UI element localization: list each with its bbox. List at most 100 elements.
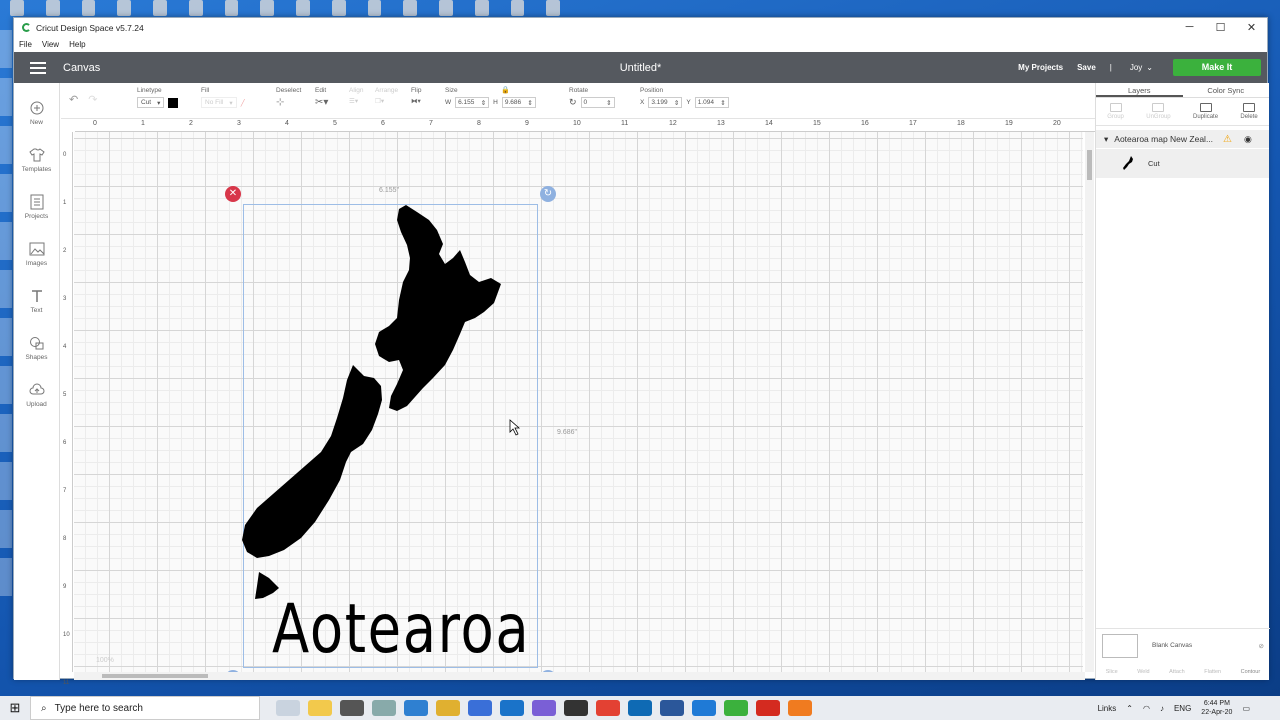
save-app-icon[interactable] xyxy=(468,700,492,716)
delete-handle-icon[interactable]: ✕ xyxy=(225,186,241,202)
horizontal-scrollbar[interactable] xyxy=(74,672,1085,680)
fill-select[interactable]: No Fill ▾ xyxy=(201,97,237,108)
duplicate-button[interactable]: Duplicate xyxy=(1193,103,1218,120)
word-icon[interactable] xyxy=(660,700,684,716)
weld-button[interactable]: Weld xyxy=(1137,669,1149,675)
trash-icon xyxy=(1243,103,1256,112)
make-it-button[interactable]: Make It xyxy=(1173,59,1261,76)
sidebar-item-text[interactable]: Text xyxy=(14,277,59,324)
volume-icon[interactable]: ♪ xyxy=(1160,704,1164,713)
save-button[interactable]: Save xyxy=(1077,63,1096,72)
redo-icon[interactable]: ↷ xyxy=(88,93,97,106)
layer-group-row[interactable]: ▾ Aotearoa map New Zeal... ⚠ ◉ xyxy=(1096,130,1269,148)
linetype-value: Cut xyxy=(141,99,152,106)
scissors-icon[interactable]: ✂▾ xyxy=(315,97,328,108)
blank-canvas-row[interactable]: Blank Canvas ⊘ xyxy=(1096,628,1270,662)
fill-value: No Fill xyxy=(205,99,224,106)
deselect-icon[interactable]: ⊹ xyxy=(276,97,284,108)
maximize-button[interactable]: ☐ xyxy=(1205,21,1236,34)
delete-button[interactable]: Delete xyxy=(1240,103,1258,120)
task-view-icon[interactable] xyxy=(276,700,300,716)
chrome-canary-icon[interactable] xyxy=(436,700,460,716)
vertical-scrollbar[interactable] xyxy=(1085,132,1094,672)
undo-icon[interactable]: ↶ xyxy=(69,93,78,106)
sidebar-item-upload[interactable]: Upload xyxy=(14,371,59,418)
eye-icon[interactable]: ◉ xyxy=(1244,134,1252,145)
contour-button[interactable]: Contour xyxy=(1241,669,1261,675)
chrome-icon[interactable] xyxy=(596,700,620,716)
cricut-taskbar-icon[interactable] xyxy=(724,700,748,716)
rotate-input[interactable]: 0 ⇕ xyxy=(580,97,615,108)
clock[interactable]: 6:44 PM 22-Apr-20 xyxy=(1201,699,1232,717)
eye-hidden-icon[interactable]: ⊘ xyxy=(1259,642,1264,650)
width-input[interactable]: 6.155 ⇕ xyxy=(455,97,490,108)
expand-caret-icon[interactable]: ▾ xyxy=(1104,134,1108,145)
linetype-select[interactable]: Cut ▾ xyxy=(137,97,165,108)
flip-icon[interactable]: ⧓▾ xyxy=(411,97,421,105)
aotearoa-text[interactable]: Aotearoa xyxy=(272,590,530,669)
x-position-input[interactable]: 3.199 ⇕ xyxy=(648,97,683,108)
wifi-icon[interactable]: ◠ xyxy=(1143,704,1150,713)
ruler-tick-label: 8 xyxy=(477,120,481,127)
sidebar-item-images[interactable]: Images xyxy=(14,230,59,277)
firefox-icon[interactable] xyxy=(788,700,812,716)
edge-icon[interactable] xyxy=(404,700,428,716)
teamviewer-icon[interactable] xyxy=(692,700,716,716)
my-projects-link[interactable]: My Projects xyxy=(1018,63,1063,72)
shapes-icon xyxy=(28,334,46,352)
arrange-icon[interactable]: ❐▾ xyxy=(375,97,384,105)
outlook-icon[interactable] xyxy=(628,700,652,716)
attach-button[interactable]: Attach xyxy=(1169,669,1185,675)
language-indicator[interactable]: ENG xyxy=(1174,704,1191,713)
taskbar-search[interactable]: ⌕ Type here to search xyxy=(30,696,260,720)
blank-canvas-swatch[interactable] xyxy=(1102,633,1138,658)
height-value: 9.686 xyxy=(504,99,522,106)
windows-start-icon[interactable]: ⊞ xyxy=(0,700,30,716)
ruler-tick-label: 6 xyxy=(63,440,67,446)
align-icon[interactable]: ☰▾ xyxy=(349,97,358,105)
y-position-input[interactable]: 1.094 ⇕ xyxy=(694,97,729,108)
flatten-button[interactable]: Flatten xyxy=(1204,669,1221,675)
menu-file[interactable]: File xyxy=(19,40,32,49)
hamburger-menu-icon[interactable] xyxy=(30,59,46,77)
acrobat-icon[interactable] xyxy=(756,700,780,716)
tray-chevron-icon[interactable]: ⌃ xyxy=(1126,704,1133,713)
sidebar-item-templates[interactable]: Templates xyxy=(14,136,59,183)
user-menu[interactable]: Joy ⌄ xyxy=(1130,63,1153,72)
layer-item-cut[interactable]: Cut xyxy=(1096,148,1269,178)
sidebar-item-projects[interactable]: Projects xyxy=(14,183,59,230)
mail-icon[interactable] xyxy=(500,700,524,716)
sidebar-item-new[interactable]: New xyxy=(14,89,59,136)
calculator-icon[interactable] xyxy=(340,700,364,716)
ruler-tick-label: 12 xyxy=(669,120,677,127)
minimize-button[interactable]: ─ xyxy=(1174,21,1205,34)
ungroup-button[interactable]: UnGroup xyxy=(1146,103,1171,120)
slice-button[interactable]: Slice xyxy=(1106,669,1118,675)
group-button[interactable]: Group xyxy=(1107,103,1124,120)
linetype-color-swatch[interactable] xyxy=(168,97,179,108)
menu-view[interactable]: View xyxy=(42,40,59,49)
close-window-button[interactable]: ✕ xyxy=(1236,21,1267,34)
app-icon[interactable] xyxy=(564,700,588,716)
design-canvas[interactable]: 6.155" 9.686" Aotearoa ✕ ↻ 🔒 ⤡ 100% xyxy=(74,132,1083,672)
messenger-icon[interactable] xyxy=(532,700,556,716)
ruler-tick-label: 15 xyxy=(813,120,821,127)
stepper-icon: ⇕ xyxy=(673,99,680,107)
sidebar-item-shapes[interactable]: Shapes xyxy=(14,324,59,371)
tab-layers[interactable]: Layers xyxy=(1096,83,1183,97)
rotate-handle-icon[interactable]: ↻ xyxy=(540,186,556,202)
notifications-icon[interactable]: ▭ xyxy=(1242,704,1250,713)
file-explorer-icon[interactable] xyxy=(308,700,332,716)
stepper-icon: ⇕ xyxy=(720,99,726,107)
new-zealand-map-image[interactable] xyxy=(239,200,539,600)
menu-help[interactable]: Help xyxy=(69,40,85,49)
tab-color-sync[interactable]: Color Sync xyxy=(1183,83,1270,97)
height-input[interactable]: 9.686 ⇕ xyxy=(501,97,536,108)
links-toolbar[interactable]: Links xyxy=(1098,704,1117,713)
settings-icon[interactable] xyxy=(372,700,396,716)
zoom-level[interactable]: 100% xyxy=(96,657,114,664)
mouse-cursor-icon xyxy=(509,419,521,436)
y-label: Y xyxy=(686,99,691,106)
app-window: Cricut Design Space v5.7.24 ─ ☐ ✕ File V… xyxy=(13,17,1270,686)
lock-aspect-icon[interactable]: 🔒 xyxy=(501,86,510,94)
